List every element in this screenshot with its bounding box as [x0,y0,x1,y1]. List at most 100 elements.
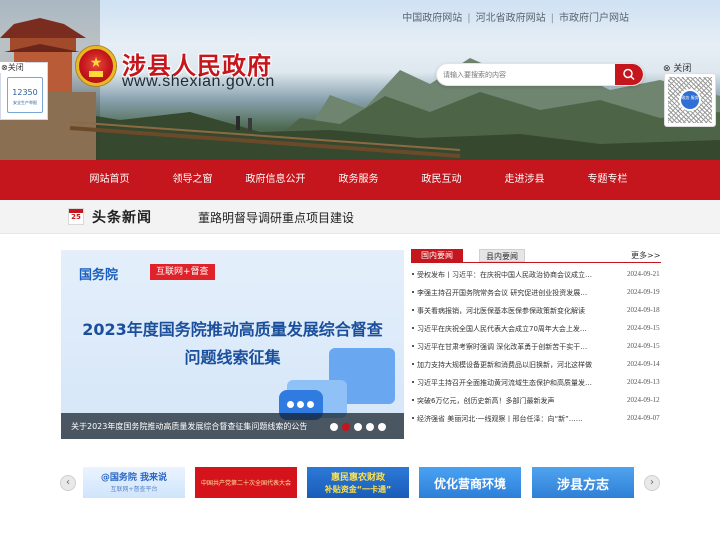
main-nav: 网站首页 领导之窗 政府信息公开 政务服务 政民互动 走进涉县 专题专栏 [0,160,720,200]
chevron-right-icon: › [650,477,654,488]
nav-item-interaction[interactable]: 政民互动 [400,160,483,200]
link-card-county-annals[interactable]: 涉县方志 [532,467,634,498]
news-title: 经济强省 美丽河北·一线观察丨邢台任泽：向“新”…… [417,415,583,423]
slider-logo-tag: 互联网+督查 [150,264,215,280]
slider-caption[interactable]: 关于2023年度国务院推动高质量发展综合督查征集问题线索的公告 [71,421,307,432]
calendar-icon: 25 [68,208,84,225]
divider: | [467,13,471,24]
link-card-subsidy[interactable]: 惠民惠农财政 补贴资金“一卡通” [307,467,409,498]
nav-item-gov-info[interactable]: 政府信息公开 [234,160,317,200]
news-date: 2024-09-18 [627,306,660,314]
news-item[interactable]: 习近平在甘肃考察时强调 深化改革勇于创新苦干实干富民兴陇 2024-09-15 [411,338,663,356]
search-input[interactable] [437,64,617,85]
tab-county-news[interactable]: 县内要闻 [479,249,525,262]
news-date: 2024-09-19 [627,288,660,296]
tab-underline [411,262,661,263]
header-banner: 中国政府网站 | 河北省政府网站 | 市政府门户网站 ★ 涉县人民政府 www.shex… [0,0,720,160]
close-icon: ⊗ [1,63,8,72]
nav-item-services[interactable]: 政务服务 [317,160,400,200]
site-url: www.shexian.gov.cn [122,73,275,90]
bullet-icon [412,291,414,293]
bullet-icon [412,363,414,365]
carousel-prev-button[interactable]: ‹ [60,475,76,491]
slider-dot[interactable] [354,423,362,431]
bullet-icon [412,273,414,275]
headline-title-link[interactable]: 董路明督导调研重点项目建设 [198,209,354,226]
top-links: 中国政府网站 | 河北省政府网站 | 市政府门户网站 [402,9,629,24]
chevron-left-icon: ‹ [66,477,70,488]
news-item[interactable]: 习近平主持召开全面推动黄河流域生态保护和高质量发展座谈会 2024-09-13 [411,374,663,392]
card-line1: 涉县方志 [556,478,609,493]
slider-logo-text: 国务院 [79,268,119,283]
link-city-portal[interactable]: 市政府门户网站 [559,13,629,24]
link-hebei-gov[interactable]: 河北省政府网站 [476,13,546,24]
card-line1: @国务院 我来说 [100,473,168,483]
nav-item-topics[interactable]: 专题专栏 [566,160,649,200]
link-card-business-env[interactable]: 优化营商环境 [419,467,521,498]
card-line1: 惠民惠农财政 [330,473,385,483]
slider-dot[interactable] [366,423,374,431]
link-card-state-council[interactable]: @国务院 我来说 互联网+督查平台 [83,467,185,498]
more-link[interactable]: 更多>> [631,250,660,261]
calendar-day: 25 [71,213,81,221]
news-title: 受权发布丨习近平：在庆祝中国人民政治协商会议成立75周年大会上的讲话 [417,271,593,279]
news-item[interactable]: 加力支持大规模设备更新和消费品以旧换新，河北这样做 2024-09-14 [411,356,663,374]
card-line1: 中国共产党第二十次全国代表大会 [200,480,291,487]
bullet-icon [412,399,414,401]
card-line1: 优化营商环境 [433,477,506,491]
news-item[interactable]: 李强主持召开国务院常务会议 研究促进创业投资发展的若干政策措施 2024-09-1… [411,284,663,302]
slider-dot[interactable] [342,423,350,431]
bullet-icon [412,381,414,383]
card-line2: 补贴资金“一卡通” [324,485,392,494]
nav-item-about-county[interactable]: 走进涉县 [483,160,566,200]
bullet-icon [412,417,414,419]
news-item[interactable]: 受权发布丨习近平：在庆祝中国人民政治协商会议成立75周年大会上的讲话 2024-0… [411,266,663,284]
bullet-icon [412,327,414,329]
news-date: 2024-09-15 [627,324,660,332]
slider-headline-line1: 2023年度国务院推动高质量发展综合督查 [82,320,383,339]
news-title: 事关看病报销，河北医保基本医保参保政策新变化解读 [417,307,585,315]
qr-center-badge: 政务 服务 [679,89,701,111]
news-list: 受权发布丨习近平：在庆祝中国人民政治协商会议成立75周年大会上的讲话 2024-0… [411,266,663,428]
news-date: 2024-09-13 [627,378,660,386]
carousel-next-button[interactable]: › [644,475,660,491]
hotline-number: 12350 [12,88,38,97]
news-date: 2024-09-14 [627,360,660,368]
news-title: 突破6万亿元，创历史新高！多部门最新发声 [417,397,555,405]
news-date: 2024-09-07 [627,414,660,422]
news-item[interactable]: 突破6万亿元，创历史新高！多部门最新发声 2024-09-12 [411,392,663,410]
hotline-subtitle: 安全生产举报 [13,100,37,105]
slider-pagination [330,423,386,431]
hotline-badge: 12350 安全生产举报 [7,77,43,113]
close-label: 关闭 [7,63,24,72]
news-item[interactable]: 经济强省 美丽河北·一线观察丨邢台任泽：向“新”…… 2024-09-07 [411,410,663,428]
search-button[interactable] [615,64,643,85]
left-widget-close-button[interactable]: ⊗关闭 [0,62,25,73]
nav-item-leaders[interactable]: 领导之窗 [151,160,234,200]
news-date: 2024-09-15 [627,342,660,350]
search-icon [623,68,635,81]
link-central-gov[interactable]: 中国政府网站 [402,13,462,24]
news-date: 2024-09-21 [627,270,660,278]
news-title: 习近平在甘肃考察时强调 深化改革勇于创新苦干实干富民兴陇 [417,343,593,351]
slider-dot[interactable] [330,423,338,431]
national-emblem-icon: ★ [76,46,116,86]
nav-item-home[interactable]: 网站首页 [68,160,151,200]
tab-national-news[interactable]: 国内要闻 [411,249,463,262]
news-item[interactable]: 习近平在庆祝全国人民代表大会成立70周年大会上发表重要讲话 2024-09-15 [411,320,663,338]
news-title: 李强主持召开国务院常务会议 研究促进创业投资发展的若干政策措施 [417,289,593,297]
news-title: 习近平在庆祝全国人民代表大会成立70周年大会上发表重要讲话 [417,325,593,333]
link-card-party-congress[interactable]: 中国共产党第二十次全国代表大会 [195,467,297,498]
headline-tag: 头条新闻 [92,210,152,226]
bullet-icon [412,345,414,347]
qr-code-widget[interactable]: 政务 服务 [664,73,716,127]
news-title: 加力支持大规模设备更新和消费品以旧换新，河北这样做 [417,361,592,369]
headline-bar: 25 头条新闻 董路明督导调研重点项目建设 [0,200,720,234]
bullet-icon [412,309,414,311]
search-box [436,63,644,86]
card-line2: 互联网+督查平台 [110,486,158,493]
news-slider[interactable]: 国务院 互联网+督查 2023年度国务院推动高质量发展综合督查 问题线索征集 关… [61,250,404,439]
news-item[interactable]: 事关看病报销，河北医保基本医保参保政策新变化解读 2024-09-18 [411,302,663,320]
slider-dot[interactable] [378,423,386,431]
qr-badge-text: 政务 服务 [681,95,699,100]
